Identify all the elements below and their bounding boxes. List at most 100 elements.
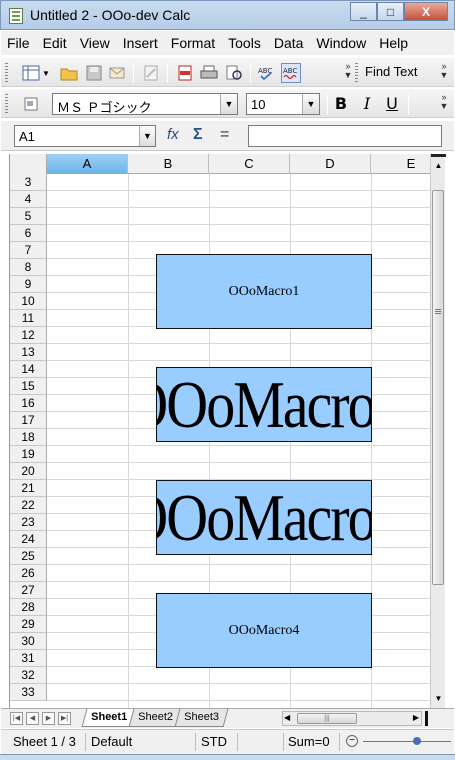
last-sheet-icon[interactable]: ▶| bbox=[58, 712, 71, 725]
column-header-b[interactable]: B bbox=[128, 154, 209, 174]
spreadsheet-grid[interactable]: A B C D E 3 4 5 6 7 8 9 10 11 12 13 14 15 16 17 18 19 20 2… bbox=[9, 154, 430, 708]
scroll-left-icon[interactable]: ◀ bbox=[284, 713, 290, 722]
table-row[interactable]: 32 bbox=[10, 667, 430, 684]
sheet-tab-3[interactable]: Sheet3 bbox=[174, 709, 229, 727]
menu-help[interactable]: Help bbox=[379, 35, 408, 51]
row-header[interactable]: 6 bbox=[10, 225, 47, 242]
menu-format[interactable]: Format bbox=[171, 35, 215, 51]
row-header[interactable]: 30 bbox=[10, 633, 47, 650]
row-header[interactable]: 25 bbox=[10, 548, 47, 565]
first-sheet-icon[interactable]: |◀ bbox=[10, 712, 23, 725]
row-header[interactable]: 24 bbox=[10, 531, 47, 548]
zoom-out-icon[interactable]: − bbox=[346, 735, 358, 747]
italic-button[interactable]: I bbox=[357, 94, 377, 113]
scroll-up-icon[interactable]: ▲ bbox=[431, 159, 446, 173]
vertical-scrollbar[interactable]: ▲ ▼ bbox=[430, 154, 446, 708]
toolbar-overflow-icon[interactable]: » ▼ bbox=[438, 93, 450, 115]
toolbar-grip[interactable] bbox=[5, 94, 8, 114]
shape-ooomacro2[interactable]: OOoMacro2 bbox=[156, 367, 372, 442]
column-header-c[interactable]: C bbox=[209, 154, 290, 174]
row-header[interactable]: 13 bbox=[10, 344, 47, 361]
table-row[interactable]: 3 bbox=[10, 174, 430, 191]
scroll-thumb[interactable] bbox=[432, 190, 444, 585]
row-header[interactable]: 5 bbox=[10, 208, 47, 225]
menu-insert[interactable]: Insert bbox=[123, 35, 158, 51]
row-header[interactable]: 32 bbox=[10, 667, 47, 684]
next-sheet-icon[interactable]: ▶ bbox=[42, 712, 55, 725]
row-header[interactable]: 31 bbox=[10, 650, 47, 667]
chevron-down-icon[interactable]: ▼ bbox=[139, 126, 155, 146]
table-row[interactable]: 12 bbox=[10, 327, 430, 344]
row-header[interactable]: 7 bbox=[10, 242, 47, 259]
row-header[interactable]: 33 bbox=[10, 684, 47, 701]
font-size-combo[interactable]: 10 ▼ bbox=[246, 93, 320, 115]
menu-window[interactable]: Window bbox=[316, 35, 366, 51]
row-header[interactable]: 9 bbox=[10, 276, 47, 293]
shape-ooomacro1[interactable]: OOoMacro1 bbox=[156, 254, 372, 329]
shape-ooomacro3[interactable]: OOoMacro3 bbox=[156, 480, 372, 555]
prev-sheet-icon[interactable]: ◀ bbox=[26, 712, 39, 725]
styles-formatting-icon[interactable] bbox=[21, 94, 41, 114]
select-all-corner[interactable] bbox=[10, 154, 47, 174]
shape-ooomacro4[interactable]: OOoMacro4 bbox=[156, 593, 372, 668]
row-header[interactable]: 11 bbox=[10, 310, 47, 327]
print-preview-icon[interactable] bbox=[224, 63, 244, 83]
row-header[interactable]: 19 bbox=[10, 446, 47, 463]
name-box[interactable]: A1 ▼ bbox=[14, 125, 156, 147]
menu-file[interactable]: File bbox=[7, 35, 30, 51]
calc-app-icon[interactable] bbox=[9, 8, 23, 24]
toolbar-overflow-icon[interactable]: » ▼ bbox=[438, 62, 450, 84]
minimize-button[interactable]: _ bbox=[350, 2, 377, 21]
row-header[interactable]: 22 bbox=[10, 497, 47, 514]
scroll-thumb[interactable]: ||| bbox=[297, 713, 357, 724]
print-icon[interactable] bbox=[199, 63, 219, 83]
underline-button[interactable]: U bbox=[382, 94, 402, 113]
row-header[interactable]: 29 bbox=[10, 616, 47, 633]
open-folder-icon[interactable] bbox=[59, 63, 79, 83]
page-style[interactable]: Default bbox=[91, 734, 132, 749]
row-header[interactable]: 4 bbox=[10, 191, 47, 208]
autospellcheck-icon[interactable]: ABC bbox=[281, 63, 301, 83]
table-row[interactable]: 4 bbox=[10, 191, 430, 208]
zoom-slider[interactable] bbox=[363, 741, 451, 742]
edit-file-icon[interactable] bbox=[141, 63, 161, 83]
row-header[interactable]: 23 bbox=[10, 514, 47, 531]
table-row[interactable]: 20 bbox=[10, 463, 430, 480]
menu-edit[interactable]: Edit bbox=[43, 35, 67, 51]
menu-data[interactable]: Data bbox=[274, 35, 304, 51]
split-handle[interactable] bbox=[431, 154, 446, 157]
row-header[interactable]: 3 bbox=[10, 174, 47, 191]
new-dropdown-icon[interactable]: ▼ bbox=[41, 63, 51, 83]
row-header[interactable]: 18 bbox=[10, 429, 47, 446]
row-header[interactable]: 16 bbox=[10, 395, 47, 412]
function-icon[interactable]: = bbox=[220, 126, 229, 144]
selection-mode[interactable]: STD bbox=[201, 734, 227, 749]
table-row[interactable]: 13 bbox=[10, 344, 430, 361]
table-row[interactable]: 26 bbox=[10, 565, 430, 582]
scroll-down-icon[interactable]: ▼ bbox=[431, 692, 446, 706]
table-row[interactable]: 5 bbox=[10, 208, 430, 225]
table-row[interactable]: 6 bbox=[10, 225, 430, 242]
column-header-d[interactable]: D bbox=[290, 154, 371, 174]
find-text-button[interactable]: Find Text bbox=[365, 64, 418, 79]
spellcheck-icon[interactable]: ABC bbox=[257, 63, 277, 83]
row-header[interactable]: 12 bbox=[10, 327, 47, 344]
split-handle[interactable] bbox=[425, 711, 428, 726]
chevron-down-icon[interactable]: ▼ bbox=[220, 94, 237, 114]
column-header-a[interactable]: A bbox=[47, 154, 128, 174]
function-wizard-icon[interactable]: fx bbox=[167, 126, 179, 143]
maximize-button[interactable]: □ bbox=[377, 2, 404, 21]
menu-view[interactable]: View bbox=[80, 35, 110, 51]
row-header[interactable]: 15 bbox=[10, 378, 47, 395]
table-row[interactable]: 19 bbox=[10, 446, 430, 463]
bold-button[interactable]: B bbox=[331, 94, 351, 113]
toolbar-overflow-icon[interactable]: » ▼ bbox=[342, 62, 354, 84]
row-header[interactable]: 10 bbox=[10, 293, 47, 310]
row-header[interactable]: 28 bbox=[10, 599, 47, 616]
zoom-slider-knob[interactable] bbox=[413, 737, 421, 745]
email-icon[interactable] bbox=[108, 63, 128, 83]
horizontal-scrollbar[interactable]: ◀ ||| ▶ bbox=[282, 711, 422, 726]
export-pdf-icon[interactable] bbox=[175, 63, 195, 83]
formula-input[interactable] bbox=[248, 125, 442, 147]
row-header[interactable]: 8 bbox=[10, 259, 47, 276]
